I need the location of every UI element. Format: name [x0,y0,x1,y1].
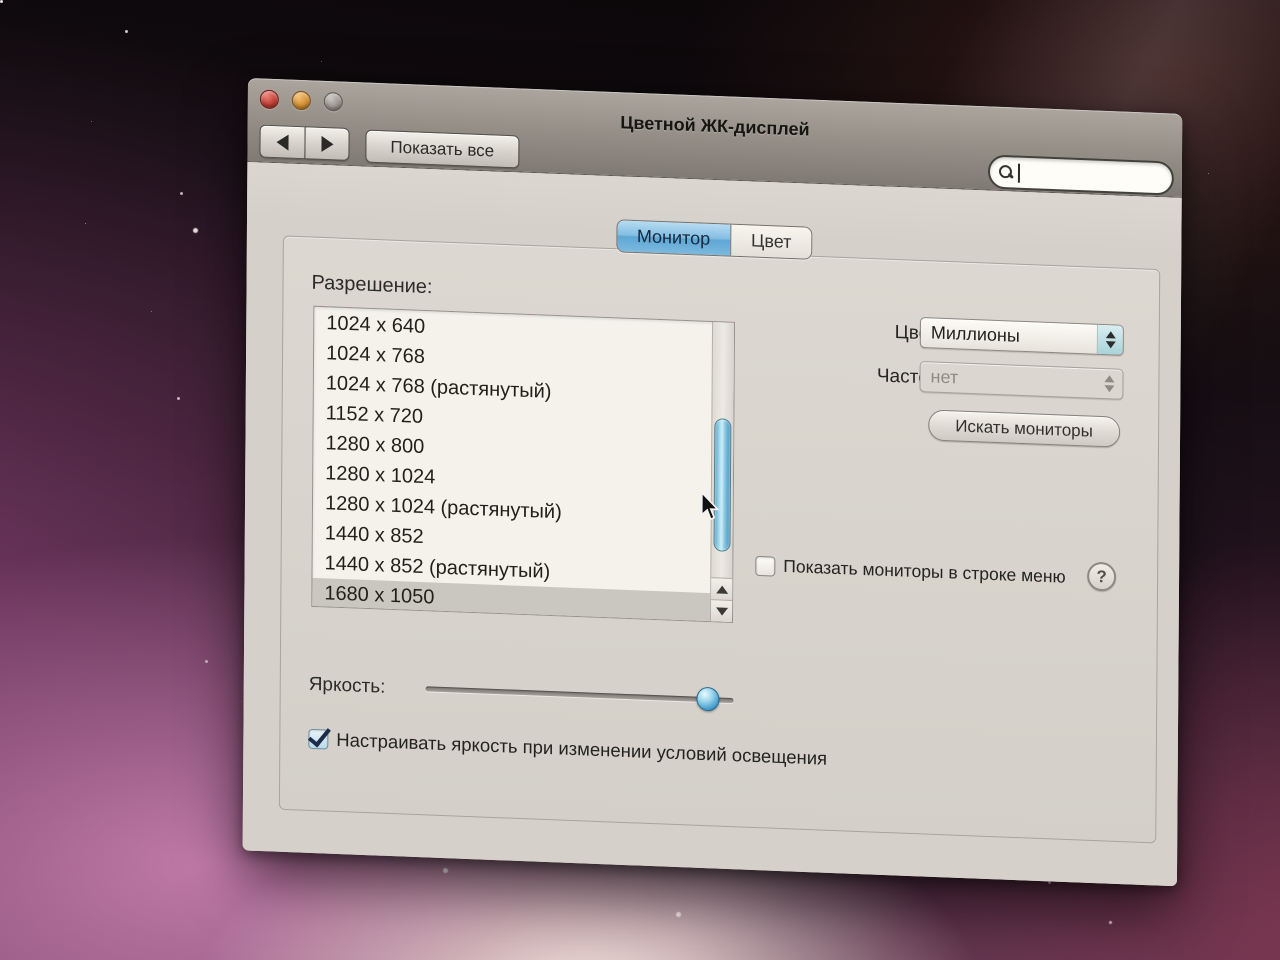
forward-arrow-icon [321,135,333,151]
wallpaper-stars [0,0,3,3]
scroll-buttons [711,577,732,622]
resolution-label: Разрешение: [311,272,432,300]
frequency-popup-value: нет [931,366,959,388]
help-button[interactable]: ? [1087,562,1116,592]
show-in-menubar-row: Показать мониторы в строке меню [755,555,1065,588]
arrow-up-icon [716,585,728,593]
show-in-menubar-checkbox[interactable] [755,555,775,576]
forward-button[interactable] [304,126,349,161]
brightness-thumb[interactable] [696,687,719,712]
colors-popup-value: Миллионы [931,322,1020,346]
popup-stepper-icon [1096,369,1122,399]
scroll-up-button[interactable] [711,577,732,600]
scroll-down-button[interactable] [711,599,732,622]
monitor-tab-panel: Разрешение: 1024 x 640 1024 x 768 1024 x… [279,235,1160,843]
window-content: Монитор Цвет Разрешение: 1024 x 640 1024… [243,162,1182,886]
nav-buttons [259,124,349,160]
auto-brightness-label: Настраивать яркость при изменении услови… [336,729,827,770]
auto-brightness-row: Настраивать яркость при изменении услови… [308,728,827,770]
detect-displays-button[interactable]: Искать мониторы [928,409,1120,447]
show-all-button[interactable]: Показать все [365,130,519,169]
displays-preferences-window: Цветной ЖК-дисплей Показать все Монитор … [243,78,1183,886]
tab-color[interactable]: Цвет [731,225,812,259]
brightness-slider[interactable] [426,676,734,712]
search-icon [998,164,1014,181]
resolution-list[interactable]: 1024 x 640 1024 x 768 1024 x 768 (растян… [311,306,735,623]
show-in-menubar-label: Показать мониторы в строке меню [783,556,1066,588]
search-field[interactable] [988,154,1174,195]
brightness-label: Яркость: [309,674,386,699]
back-arrow-icon [276,134,288,150]
text-caret [1018,163,1020,182]
arrow-down-icon [716,607,728,615]
tab-monitor[interactable]: Монитор [617,220,731,255]
auto-brightness-checkbox[interactable] [308,729,328,750]
scrollbar-thumb[interactable] [713,418,731,552]
popup-stepper-icon [1097,325,1123,355]
back-button[interactable] [259,124,304,159]
brightness-track [426,686,734,703]
colors-popup[interactable]: Миллионы [920,317,1124,356]
scrollbar[interactable] [710,322,734,622]
resolution-rows: 1024 x 640 1024 x 768 1024 x 768 (растян… [312,308,712,621]
frequency-popup: нет [919,361,1123,400]
